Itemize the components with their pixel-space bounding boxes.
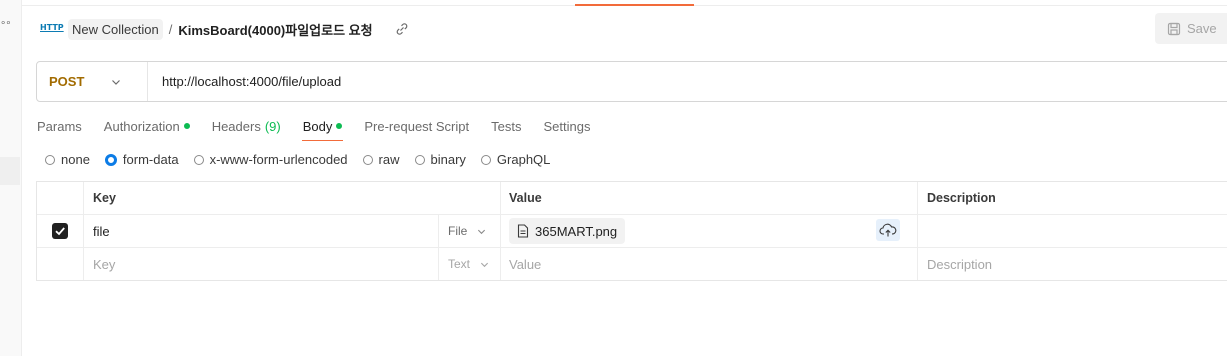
table-row: file File 365MART.png [37,215,1227,248]
save-label: Save [1187,21,1217,36]
type-select[interactable]: File [438,215,500,247]
body-type-options: none form-data x-www-form-urlencoded raw… [45,152,565,167]
chevron-down-icon [478,229,486,234]
radio-circle [480,154,491,165]
value-input[interactable]: Value [500,248,917,280]
active-tab-indicator [575,4,694,6]
status-dot [336,123,343,129]
tab-authorization[interactable]: Authorization [104,117,190,135]
radio-raw[interactable]: raw [362,152,400,167]
breadcrumb-collection[interactable]: New Collection [68,18,163,40]
tab-pre-request-script[interactable]: Pre-request Script [364,117,469,135]
column-header-key: Key [83,182,500,214]
url-bar: POST http://localhost:4000/file/upload [36,61,1227,102]
table-header-row: Key Value Description [37,182,1227,215]
method-label: POST [49,74,85,89]
description-field[interactable] [917,215,1227,247]
file-icon [517,224,529,238]
save-button[interactable]: Save [1155,13,1227,44]
radio-circle [362,154,373,165]
description-input[interactable]: Description [917,248,1227,280]
breadcrumb-separator: / [168,21,173,37]
rail-active-item[interactable] [0,157,20,185]
radio-circle [45,154,55,165]
radio-none[interactable]: none [45,152,90,167]
type-select[interactable]: Text [438,248,500,280]
left-rail: ∘∘ [0,0,22,356]
radio-circle [193,154,204,165]
radio-form-data[interactable]: form-data [104,152,179,167]
radio-x-www-form-urlencoded[interactable]: x-www-form-urlencoded [193,152,348,167]
link-icon[interactable] [395,22,409,36]
value-field[interactable]: 365MART.png [500,215,917,247]
url-input[interactable]: http://localhost:4000/file/upload [162,74,341,89]
tab-tests[interactable]: Tests [491,117,521,135]
request-header: HTTP New Collection / KimsBoard(4000)파일업… [40,17,409,41]
radio-circle [414,154,425,165]
headers-count: (9) [264,118,281,134]
table-row-new: Key Text Value Description [37,248,1227,280]
tab-params[interactable]: Params [37,117,82,135]
status-dot [183,123,190,129]
row-checkbox[interactable] [52,223,68,239]
radio-graphql[interactable]: GraphQL [480,152,550,167]
file-name: 365MART.png [535,223,618,239]
request-title[interactable]: KimsBoard(4000)파일업로드 요청 [178,20,372,39]
tab-body[interactable]: Body [301,117,343,141]
tab-settings[interactable]: Settings [543,117,590,135]
key-field[interactable]: file [83,215,438,247]
file-chip[interactable]: 365MART.png [509,218,626,244]
radio-binary[interactable]: binary [414,152,466,167]
checkmark-icon [55,227,65,236]
cloud-upload-icon [879,223,897,237]
chevron-down-icon [112,79,120,85]
form-data-table: Key Value Description file File 365MART.… [36,181,1227,281]
column-header-value: Value [500,182,917,214]
tab-headers[interactable]: Headers (9) [212,117,281,135]
request-tabs: Params Authorization Headers (9) Body Pre… [37,117,612,141]
key-input[interactable]: Key [83,248,438,280]
method-select[interactable]: POST [37,62,148,101]
chevron-down-icon [480,262,489,267]
save-icon [1167,22,1181,35]
upload-button[interactable] [876,219,900,241]
column-header-description: Description [917,182,1227,214]
http-icon: HTTP [40,23,64,32]
radio-circle [104,153,117,166]
rail-icon[interactable]: ∘∘ [0,18,11,29]
